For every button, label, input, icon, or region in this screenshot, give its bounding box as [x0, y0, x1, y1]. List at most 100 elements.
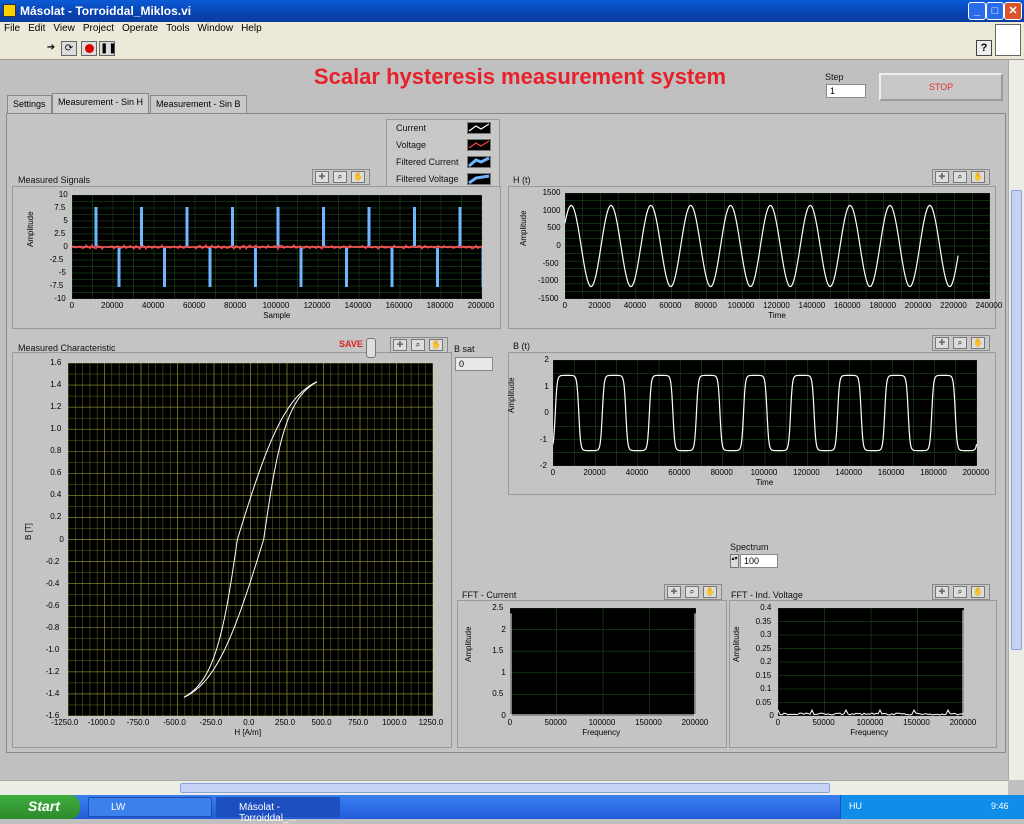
- window-titlebar[interactable]: Másolat - Torroiddal_Miklos.vi _ □ ✕: [0, 0, 1024, 22]
- y-axis-label: B [T]: [24, 523, 33, 540]
- x-axis-label: Sample: [263, 311, 290, 320]
- plot-area-characteristic[interactable]: [68, 363, 433, 716]
- menu-project[interactable]: Project: [79, 22, 118, 35]
- toolbar: ➔ ⟳ ❚❚: [0, 38, 1024, 60]
- y-tick-label: 2: [501, 625, 505, 634]
- y-axis-label: Amplitude: [519, 210, 528, 246]
- menu-help[interactable]: Help: [237, 22, 266, 35]
- plot-area-bt[interactable]: [553, 360, 977, 466]
- zoom-icon[interactable]: ⌕: [411, 339, 425, 351]
- y-tick-label: 2: [544, 355, 548, 364]
- tab-settings[interactable]: Settings: [7, 95, 52, 113]
- zoom-icon[interactable]: ⌕: [953, 586, 967, 598]
- x-tick-label: 160000: [386, 301, 413, 310]
- x-tick-label: 120000: [763, 301, 790, 310]
- taskbar-item-lw[interactable]: LW: [88, 797, 212, 817]
- tab-measurement-sin-b[interactable]: Measurement - Sin B: [150, 95, 247, 113]
- taskbar-item-masolat[interactable]: Másolat - Torroiddal_...: [216, 797, 340, 817]
- y-tick-label: 0.35: [756, 617, 772, 626]
- zoom-icon[interactable]: ⌕: [685, 586, 699, 598]
- zoom-icon[interactable]: ⌕: [953, 337, 967, 349]
- menu-window[interactable]: Window: [193, 22, 237, 35]
- menu-tools[interactable]: Tools: [162, 22, 193, 35]
- pan-hand-icon[interactable]: ✋: [429, 339, 443, 351]
- language-indicator[interactable]: HU: [849, 801, 862, 811]
- x-tick-label: 80000: [711, 468, 733, 477]
- y-tick-label: -1.0: [46, 645, 60, 654]
- y-tick-label: 0.2: [50, 512, 61, 521]
- run-arrow-icon[interactable]: ➔: [43, 41, 59, 56]
- y-tick-label: -1.6: [46, 711, 60, 720]
- pause-icon[interactable]: ❚❚: [99, 41, 115, 56]
- y-tick-label: 0.3: [760, 630, 771, 639]
- x-axis-label: H [A/m]: [234, 728, 261, 737]
- y-axis-label: Amplitude: [507, 377, 516, 413]
- graph-title-characteristic: Measured Characteristic: [18, 343, 116, 353]
- spectrum-increment-icon[interactable]: ▴▾: [730, 554, 739, 568]
- y-tick-label: 0.1: [760, 684, 771, 693]
- menu-edit[interactable]: Edit: [24, 22, 49, 35]
- graph-palette-bt[interactable]: ✛ ⌕ ✋: [932, 335, 990, 351]
- x-tick-label: 40000: [142, 301, 164, 310]
- graph-title-signals: Measured Signals: [18, 175, 90, 185]
- x-tick-label: 500.0: [312, 718, 332, 727]
- pan-hand-icon[interactable]: ✋: [351, 171, 365, 183]
- pan-hand-icon[interactable]: ✋: [971, 171, 985, 183]
- plot-area-fft-voltage[interactable]: [778, 608, 964, 716]
- y-tick-label: 0: [544, 408, 548, 417]
- graph-palette-fft-voltage[interactable]: ✛ ⌕ ✋: [932, 584, 990, 600]
- vi-logo-icon: [995, 24, 1021, 56]
- menu-bar: File Edit View Project Operate Tools Window Hel…: [0, 22, 1024, 38]
- cursor-icon[interactable]: ✛: [667, 586, 681, 598]
- abort-icon[interactable]: [81, 41, 97, 56]
- step-label: Step: [825, 72, 844, 82]
- vertical-scroll-thumb[interactable]: [1011, 190, 1022, 650]
- menu-file[interactable]: File: [0, 22, 24, 35]
- graph-palette-characteristic[interactable]: ✛ ⌕ ✋: [390, 337, 448, 353]
- graph-palette-fft-current[interactable]: ✛ ⌕ ✋: [664, 584, 722, 600]
- plot-area-fft-current[interactable]: [510, 608, 696, 716]
- tab-measurement-sin-h[interactable]: Measurement - Sin H: [52, 93, 149, 114]
- start-button[interactable]: Start: [0, 795, 80, 819]
- maximize-button[interactable]: □: [986, 2, 1004, 20]
- x-tick-label: 750.0: [348, 718, 368, 727]
- stop-button[interactable]: STOP: [879, 73, 1003, 101]
- pan-hand-icon[interactable]: ✋: [971, 586, 985, 598]
- cursor-icon[interactable]: ✛: [935, 171, 949, 183]
- horizontal-scroll-thumb[interactable]: [180, 783, 830, 793]
- y-tick-label: 0: [59, 535, 63, 544]
- y-tick-label: 1.5: [492, 646, 503, 655]
- y-tick-label: 0.05: [756, 698, 772, 707]
- y-tick-label: 1: [544, 382, 548, 391]
- cursor-icon[interactable]: ✛: [935, 337, 949, 349]
- save-toggle-switch[interactable]: [366, 338, 376, 358]
- legend-swatch-filtered-voltage: [467, 173, 491, 185]
- x-tick-label: 100000: [857, 718, 884, 727]
- plot-legend[interactable]: Current Voltage Filtered Current Filtere…: [386, 119, 500, 187]
- pan-hand-icon[interactable]: ✋: [971, 337, 985, 349]
- cursor-icon[interactable]: ✛: [393, 339, 407, 351]
- y-axis-label: Amplitude: [732, 626, 741, 662]
- menu-view[interactable]: View: [49, 22, 79, 35]
- x-tick-label: 240000: [976, 301, 1003, 310]
- graph-palette-ht[interactable]: ✛ ⌕ ✋: [932, 169, 990, 185]
- context-help-icon[interactable]: ?: [976, 40, 992, 56]
- run-continuously-icon[interactable]: ⟳: [61, 41, 77, 56]
- spectrum-input[interactable]: 100: [740, 554, 778, 568]
- cursor-icon[interactable]: ✛: [315, 171, 329, 183]
- plot-area-signals[interactable]: [72, 195, 482, 299]
- zoom-icon[interactable]: ⌕: [333, 171, 347, 183]
- vertical-scrollbar[interactable]: [1008, 60, 1024, 780]
- minimize-button[interactable]: _: [968, 2, 986, 20]
- pan-hand-icon[interactable]: ✋: [703, 586, 717, 598]
- x-tick-label: 40000: [624, 301, 646, 310]
- cursor-icon[interactable]: ✛: [935, 586, 949, 598]
- zoom-icon[interactable]: ⌕: [953, 171, 967, 183]
- x-tick-label: 200000: [963, 468, 990, 477]
- y-tick-label: 0.4: [760, 603, 771, 612]
- graph-palette-signals[interactable]: ✛ ⌕ ✋: [312, 169, 370, 185]
- horizontal-scrollbar[interactable]: [0, 780, 1008, 795]
- plot-area-ht[interactable]: [565, 193, 990, 299]
- menu-operate[interactable]: Operate: [118, 22, 162, 35]
- close-button[interactable]: ✕: [1004, 2, 1022, 20]
